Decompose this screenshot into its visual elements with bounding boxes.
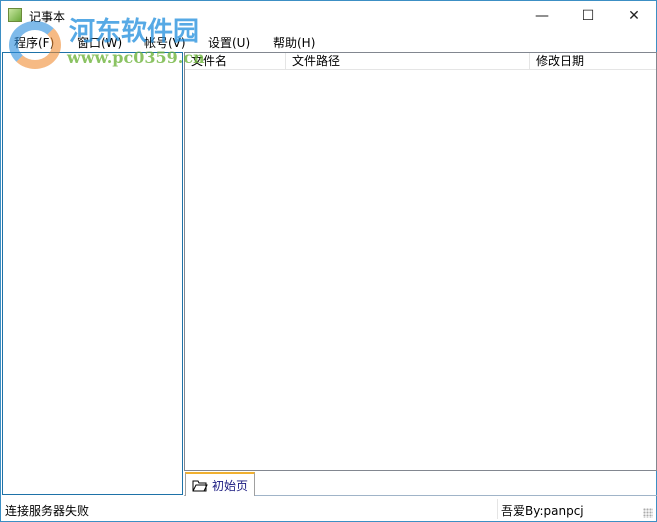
- menu-bar: 程序(F) 窗口(W) 帐号(V) 设置(U) 帮助(H): [1, 31, 656, 51]
- tab-home[interactable]: 初始页: [185, 472, 255, 496]
- column-modified-date[interactable]: 修改日期: [530, 53, 656, 70]
- status-divider: [497, 499, 498, 519]
- menu-program[interactable]: 程序(F): [14, 34, 54, 51]
- menu-window[interactable]: 窗口(W): [77, 34, 122, 51]
- tab-strip: 初始页: [184, 471, 657, 496]
- status-message: 连接服务器失败: [5, 504, 90, 518]
- list-header: 文件名 文件路径 修改日期: [185, 53, 656, 70]
- menu-account[interactable]: 帐号(V): [144, 34, 186, 51]
- window-title: 记事本: [29, 10, 66, 24]
- column-filename[interactable]: 文件名: [185, 53, 286, 70]
- menu-help[interactable]: 帮助(H): [273, 34, 315, 51]
- resize-grip[interactable]: [643, 508, 653, 518]
- close-button[interactable]: ✕: [611, 1, 657, 31]
- file-list[interactable]: 文件名 文件路径 修改日期: [184, 52, 657, 471]
- minimize-button[interactable]: —: [519, 1, 565, 31]
- menu-settings[interactable]: 设置(U): [208, 34, 250, 51]
- title-bar: 记事本 — ☐ ✕: [1, 1, 656, 31]
- status-bar: 连接服务器失败 吾爱By:panpcj: [1, 497, 656, 521]
- tab-label: 初始页: [212, 478, 249, 493]
- app-window: 记事本 — ☐ ✕ 程序(F) 窗口(W) 帐号(V) 设置(U) 帮助(H) …: [0, 0, 657, 522]
- notepad-icon: [8, 8, 22, 22]
- maximize-button[interactable]: ☐: [565, 1, 611, 31]
- status-author: 吾爱By:panpcj: [501, 504, 584, 518]
- folder-icon: [192, 480, 208, 491]
- column-filepath[interactable]: 文件路径: [286, 53, 530, 70]
- tree-panel[interactable]: [2, 52, 183, 495]
